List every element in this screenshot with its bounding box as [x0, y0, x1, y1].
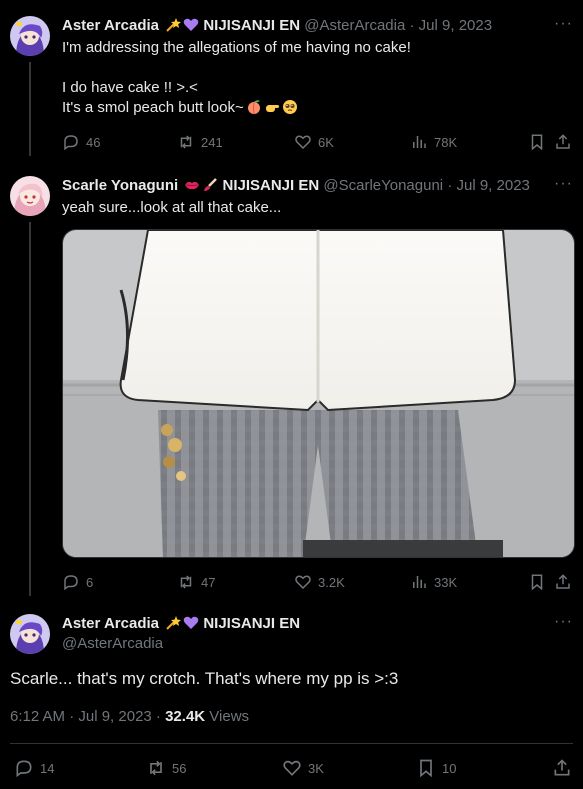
share-button[interactable]: [554, 132, 572, 152]
repost-count: 241: [201, 134, 223, 150]
avatar-aster[interactable]: [10, 16, 50, 56]
display-name[interactable]: Scarle Yonaguni: [62, 177, 178, 194]
bookmark-button[interactable]: [528, 572, 546, 592]
bookmark-button[interactable]: 10: [416, 758, 456, 778]
purple-heart-emoji-icon: [183, 615, 199, 631]
org-tag: NIJISANJI EN: [203, 615, 301, 632]
repost-button[interactable]: 47: [177, 572, 215, 592]
reply-count: 46: [86, 134, 101, 150]
bookmark-button[interactable]: [528, 132, 546, 152]
like-count: 3.2K: [318, 574, 345, 590]
shooting-star-emoji-icon: [165, 615, 182, 631]
repost-icon: [150, 760, 162, 776]
shooting-star-emoji-icon: [165, 17, 182, 33]
lips-emoji-icon: [184, 177, 200, 193]
separator-dot: ·: [409, 17, 415, 34]
handle[interactable]: @ScarleYonaguni: [323, 177, 443, 194]
tweet-header: Scarle Yonaguni NIJISANJI EN @ScarleYona…: [62, 176, 543, 196]
tweet-date[interactable]: Jul 9, 2023: [456, 177, 529, 194]
bookmark-count: 10: [442, 760, 457, 776]
reply-button[interactable]: 6: [62, 572, 93, 592]
share-button[interactable]: [554, 572, 572, 592]
repost-icon: [180, 135, 192, 149]
share-icon: [556, 574, 570, 589]
heart-icon: [283, 760, 301, 776]
tweet-text-line: I do have cake !! >.<: [62, 79, 198, 96]
bookmark-icon: [420, 759, 432, 778]
tweet-meta: 6:12 AM · Jul 9, 2023 · 32.4K Views: [10, 707, 249, 727]
views-icon: [413, 136, 426, 148]
views-button[interactable]: 33K: [410, 572, 457, 592]
more-dots-icon[interactable]: ···: [554, 16, 573, 32]
tweet-media-image[interactable]: [62, 229, 575, 558]
tweet-text: I'm addressing the allegations of me hav…: [62, 38, 411, 118]
main-tweet-actions: 14 56 3K 10: [10, 758, 573, 780]
reply-icon: [16, 760, 32, 778]
tweet-date[interactable]: Jul 9, 2023: [419, 17, 492, 34]
like-count: 6K: [318, 134, 334, 150]
handle[interactable]: @AsterArcadia: [304, 17, 405, 34]
views-icon: [413, 576, 426, 588]
bookmark-icon: [531, 134, 543, 151]
avatar-scarle[interactable]: [10, 176, 50, 216]
display-name[interactable]: Aster Arcadia: [62, 615, 159, 632]
reply-icon: [64, 575, 78, 591]
org-tag: NIJISANJI EN: [222, 177, 320, 194]
org-tag: NIJISANJI EN: [203, 17, 301, 34]
repost-count: 56: [172, 760, 187, 776]
display-name[interactable]: Aster Arcadia: [62, 17, 159, 34]
share-icon: [554, 759, 570, 776]
like-button[interactable]: 3K: [282, 758, 324, 778]
pointing-hand-emoji-icon: [264, 99, 280, 115]
tweet-actions: 6 47 3.2K 33K: [62, 572, 573, 592]
repost-count: 47: [201, 574, 216, 590]
bookmark-icon: [531, 574, 543, 591]
tweet-text-blank-line: [62, 58, 411, 78]
heart-icon: [295, 135, 311, 150]
thread-line: [29, 62, 31, 156]
like-button[interactable]: 3.2K: [294, 572, 345, 592]
main-tweet-text: Scarle... that's my crotch. That's where…: [10, 669, 399, 688]
heart-icon: [295, 575, 311, 590]
share-icon: [556, 134, 570, 149]
more-dots-icon[interactable]: ···: [554, 614, 573, 630]
handle[interactable]: @AsterArcadia: [62, 634, 163, 654]
thread-line: [29, 222, 31, 596]
pleading-face-emoji-icon: [282, 99, 298, 115]
reply-button[interactable]: 14: [14, 758, 54, 778]
reply-icon: [64, 135, 78, 151]
tweet-header: Aster Arcadia NIJISANJI EN @AsterArcadia…: [62, 16, 543, 36]
tweet-timestamp[interactable]: 6:12 AM · Jul 9, 2023 ·: [10, 708, 165, 725]
reply-count: 14: [40, 760, 55, 776]
repost-button[interactable]: 241: [177, 132, 223, 152]
paintbrush-emoji-icon: [202, 177, 218, 193]
like-button[interactable]: 6K: [294, 132, 334, 152]
reply-button[interactable]: 46: [62, 132, 100, 152]
tweet-text-line: I'm addressing the allegations of me hav…: [62, 39, 411, 56]
tweet-actions: 46 241 6K 78K: [62, 132, 573, 152]
avatar-aster-main[interactable]: [10, 614, 50, 654]
tweet-text-line-with-emoji: It's a smol peach butt look~: [62, 98, 411, 118]
share-button[interactable]: [552, 758, 572, 778]
more-dots-icon[interactable]: ···: [554, 176, 573, 192]
reply-count: 6: [86, 574, 94, 590]
peach-emoji-icon: [246, 99, 262, 115]
views-label: Views: [205, 708, 250, 725]
separator-dot: ·: [447, 177, 453, 194]
tweet-aster-1[interactable]: Aster Arcadia NIJISANJI EN @AsterArcadia…: [0, 16, 583, 156]
views-count: 32.4K: [165, 708, 206, 725]
tweet-text-line: It's a smol peach butt look~: [62, 99, 244, 116]
views-button[interactable]: 78K: [410, 132, 457, 152]
repost-icon: [180, 575, 192, 589]
main-tweet-author: Aster Arcadia NIJISANJI EN: [62, 614, 300, 634]
divider: [10, 743, 573, 744]
views-count: 33K: [434, 574, 458, 590]
like-count: 3K: [308, 760, 324, 776]
purple-heart-emoji-icon: [183, 17, 199, 33]
repost-button[interactable]: 56: [146, 758, 186, 778]
views-count: 78K: [434, 134, 458, 150]
tweet-text: yeah sure...look at all that cake...: [62, 199, 282, 216]
